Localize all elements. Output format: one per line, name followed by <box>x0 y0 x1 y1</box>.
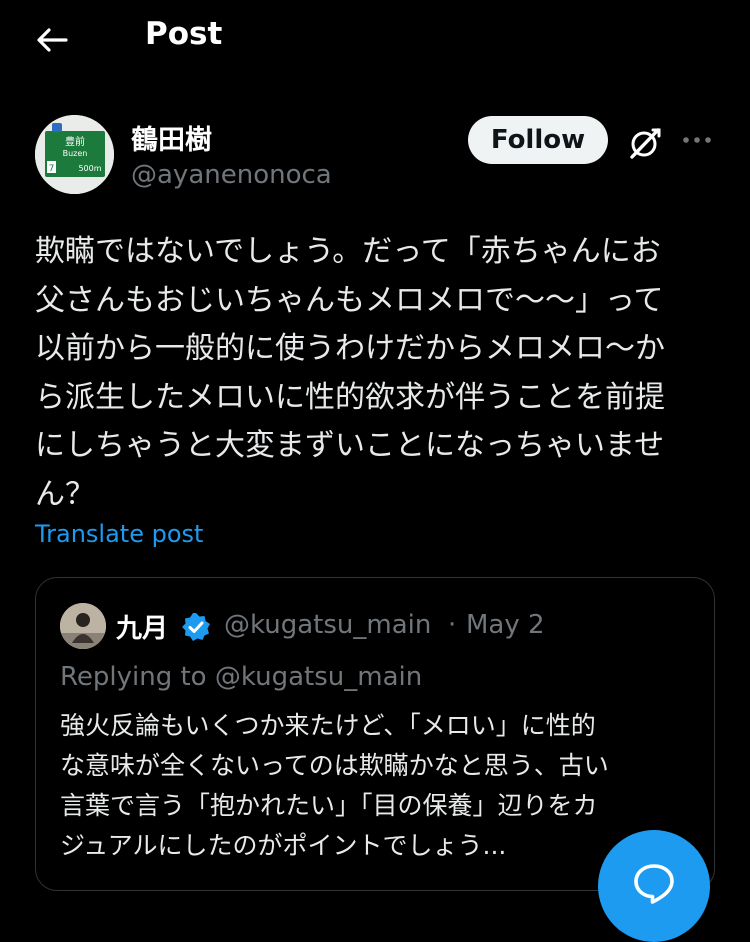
post-text: 欺瞞ではないでしょう。だって「赤ちゃんにお 父さんもおじいちゃんもメロメロで〜〜… <box>35 234 665 512</box>
sign-line-3: 500m <box>78 164 101 173</box>
quoted-handle: @kugatsu_main <box>224 610 432 640</box>
more-horizontal-icon[interactable] <box>680 128 714 152</box>
quoted-author-avatar <box>60 603 106 649</box>
back-button[interactable] <box>34 22 70 58</box>
translate-post-link[interactable]: Translate post <box>35 520 203 548</box>
quoted-post-text: 強火反論もいくつか来たけど、「メロい」に性的 な意味が全くないってのは欺瞞かなと… <box>60 711 609 860</box>
road-sign-image: 豊前 Buzen 7 500m <box>35 115 114 194</box>
svg-text:7: 7 <box>49 164 55 174</box>
follow-button[interactable]: Follow <box>468 116 608 164</box>
author-avatar[interactable]: 豊前 Buzen 7 500m <box>35 115 114 194</box>
author-display-name[interactable]: 鶴田樹 <box>131 118 212 157</box>
sign-line-1: 豊前 <box>65 135 85 148</box>
reply-bubble-icon <box>634 864 674 904</box>
grok-icon[interactable] <box>626 124 664 162</box>
reply-fab-button[interactable] <box>598 830 710 942</box>
sign-line-2: Buzen <box>63 149 88 158</box>
page-title: Post <box>145 16 223 52</box>
quoted-date: May 2 <box>466 610 545 640</box>
verified-badge-icon <box>180 611 212 643</box>
quoted-display-name: 九月 <box>116 614 169 644</box>
arrow-left-icon <box>37 28 68 52</box>
author-handle[interactable]: @ayanenonoca <box>131 160 332 190</box>
quoted-post-card[interactable]: 九月 @kugatsu_main · May 2 Replying to @ku… <box>35 577 715 891</box>
replying-to-label: Replying to @kugatsu_main <box>60 662 423 692</box>
dot-separator: · <box>448 610 457 640</box>
